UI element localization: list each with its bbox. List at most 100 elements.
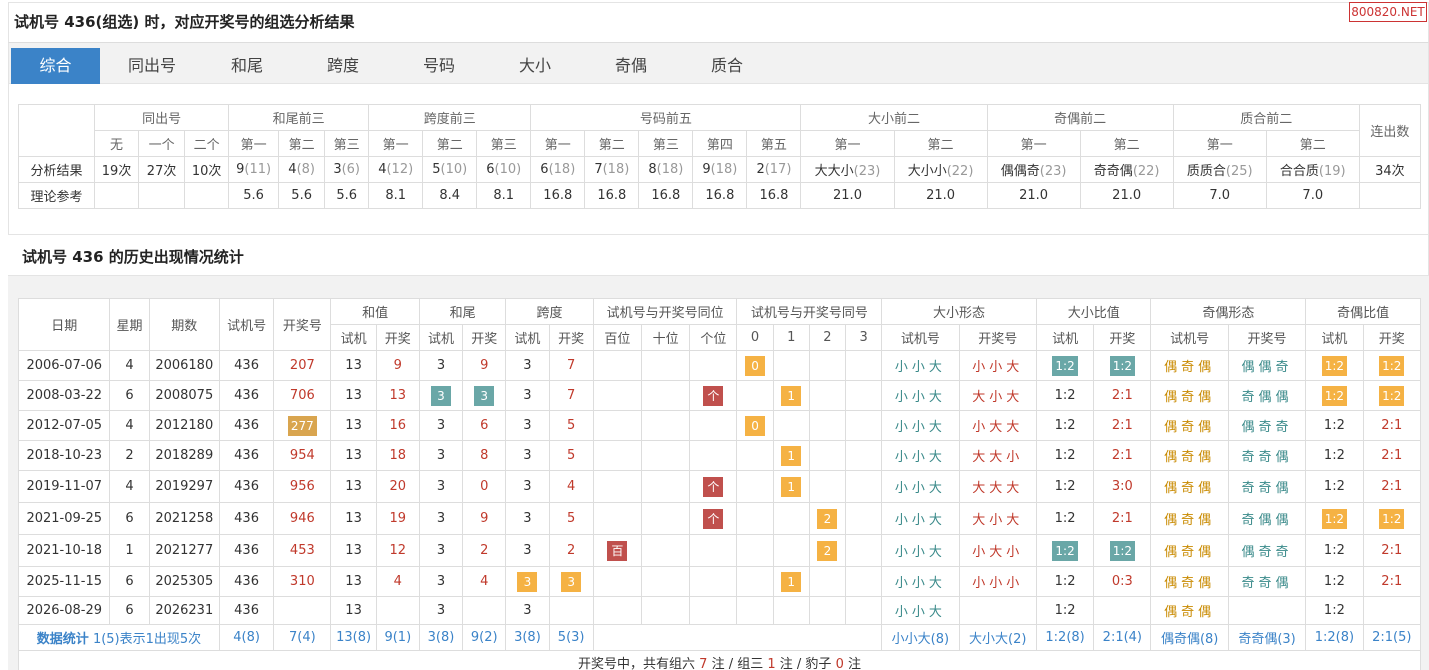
cell-same-position	[592, 596, 642, 625]
summary-count-three: 1	[767, 657, 776, 670]
cell-span-draw: 5	[548, 410, 594, 441]
tab-same-digit[interactable]: 同出号	[109, 48, 195, 84]
cell-same-digit	[844, 350, 883, 381]
cell-same-position	[592, 440, 642, 471]
result-value: 8	[648, 162, 657, 177]
result-value: 9	[702, 162, 711, 177]
cell-tail-test: 3	[418, 350, 464, 381]
sub-header: 1	[772, 324, 810, 351]
ref-cell	[138, 182, 186, 209]
tab-overview[interactable]: 综合	[11, 48, 100, 84]
col-sum: 和值	[330, 298, 420, 325]
cell-draw: 706	[273, 380, 332, 411]
cell-weekday: 4	[109, 470, 150, 503]
cell-bs-ratio-draw: 2:1	[1093, 440, 1152, 471]
cell-same-digit	[844, 502, 883, 535]
tab-odd-even[interactable]: 奇偶	[589, 48, 673, 84]
cell-span-draw: 7	[548, 380, 594, 411]
result-cell: 27次	[138, 156, 186, 183]
cell-oe-ratio-draw: 2:1	[1362, 470, 1422, 503]
cell-bs-form-draw: 小大小	[958, 534, 1037, 567]
cell-bs-form-test: 小小大	[881, 410, 960, 441]
cell-test: 436	[218, 502, 275, 535]
cell-oe-ratio-test: 1:2	[1305, 410, 1364, 441]
cell-same-digit	[808, 470, 846, 503]
cell-oe-ratio-draw	[1362, 596, 1422, 625]
cell-bs-ratio-test-chip: 1:2	[1052, 540, 1078, 561]
cell-bs-form-draw: 小大大	[958, 410, 1037, 441]
ref-cell: 8.1	[476, 182, 532, 209]
cell-same-digit	[772, 350, 810, 381]
sub-header: 一个	[138, 130, 186, 157]
col-same-position: 试机号与开奖号同位	[592, 298, 738, 325]
cell-same-position	[689, 596, 738, 625]
result-count: (25)	[1225, 164, 1253, 179]
cell-period: 2025305	[148, 566, 220, 597]
cell-same-position	[689, 440, 738, 471]
ref-cell	[184, 182, 230, 209]
cell-same-position	[689, 350, 738, 381]
cell-period: 2008075	[148, 380, 220, 411]
table-row: 2019-11-07 4 2019297 436 956 13 20 3 0 3 4 个 1 小小大 大大大…	[17, 470, 1422, 503]
same-digit-chip: 1	[781, 476, 802, 497]
sub-header: 二个	[184, 130, 230, 157]
sub-header: 开奖	[462, 324, 507, 351]
same-position-chip: 个	[703, 476, 724, 497]
stats-cell: 1:2(8)	[1305, 624, 1364, 651]
result-value: 5	[432, 162, 441, 177]
stats-cell: 13(8)	[330, 624, 377, 651]
cell-sum-draw: 18	[375, 440, 420, 471]
cell-span-test: 3	[505, 350, 550, 381]
cell-draw: 453	[273, 534, 332, 567]
cell-same-digit	[844, 596, 883, 625]
group-header: 号码前五	[530, 104, 802, 131]
tab-sum-tail[interactable]: 和尾	[205, 48, 289, 84]
row-label-result: 分析结果	[17, 156, 96, 183]
cell-span-test: 3	[505, 502, 550, 535]
stats-cell: 小小大(8)	[881, 624, 960, 651]
cell-same-position	[592, 566, 642, 597]
table-row: 2012-07-05 4 2012180 436 277 13 16 3 6 3 5 0 小小大 小大大 1…	[17, 410, 1422, 441]
cell-tail-draw: 9	[462, 350, 507, 381]
ref-cell: 5.6	[278, 182, 326, 209]
sub-header: 个位	[689, 324, 738, 351]
result-cell: 大大小(23)	[800, 156, 895, 183]
result-value: 大小小	[907, 164, 947, 179]
cell-bs-form-draw: 大大大	[958, 470, 1037, 503]
cell-same-position: 个	[689, 380, 738, 411]
cell-bs-ratio-test: 1:2	[1035, 440, 1095, 471]
tab-number[interactable]: 号码	[397, 48, 481, 84]
cell-date: 2018-10-23	[17, 440, 111, 471]
cell-draw: 207	[273, 350, 332, 381]
col-bs-ratio: 大小比值	[1035, 298, 1152, 325]
cell-bs-form-test: 小小大	[881, 534, 960, 567]
cell-same-position	[592, 410, 642, 441]
cell-span-test: 3	[505, 380, 550, 411]
stats-cell: 5(3)	[548, 624, 594, 651]
tab-big-small[interactable]: 大小	[493, 48, 577, 84]
cell-same-position	[640, 502, 691, 535]
cell-draw	[273, 596, 332, 625]
cell-span-test-chip: 3	[517, 571, 538, 592]
cell-oe-ratio-draw: 1:2	[1362, 502, 1422, 535]
cell-bs-ratio-test: 1:2	[1035, 534, 1095, 567]
tab-prime-composite[interactable]: 质合	[685, 48, 769, 84]
col-tail: 和尾	[418, 298, 507, 325]
result-cell: 10次	[184, 156, 230, 183]
cell-same-position	[592, 470, 642, 503]
cell-same-digit	[808, 566, 846, 597]
cell-same-digit	[844, 470, 883, 503]
cell-same-digit	[772, 410, 810, 441]
result-cell: 2(17)	[746, 156, 802, 183]
tab-span[interactable]: 跨度	[301, 48, 385, 84]
sub-header: 第一	[1172, 130, 1267, 157]
sub-header: 第一	[530, 130, 586, 157]
cell-sum-test: 13	[330, 440, 377, 471]
sub-header: 第二	[584, 130, 640, 157]
sub-header: 百位	[592, 324, 642, 351]
ref-cell: 21.0	[800, 182, 895, 209]
site-badge[interactable]: 800820.NET	[1349, 2, 1427, 22]
cell-weekday: 6	[109, 380, 150, 411]
result-value: 3	[333, 162, 342, 177]
cell-sum-draw: 13	[375, 380, 420, 411]
